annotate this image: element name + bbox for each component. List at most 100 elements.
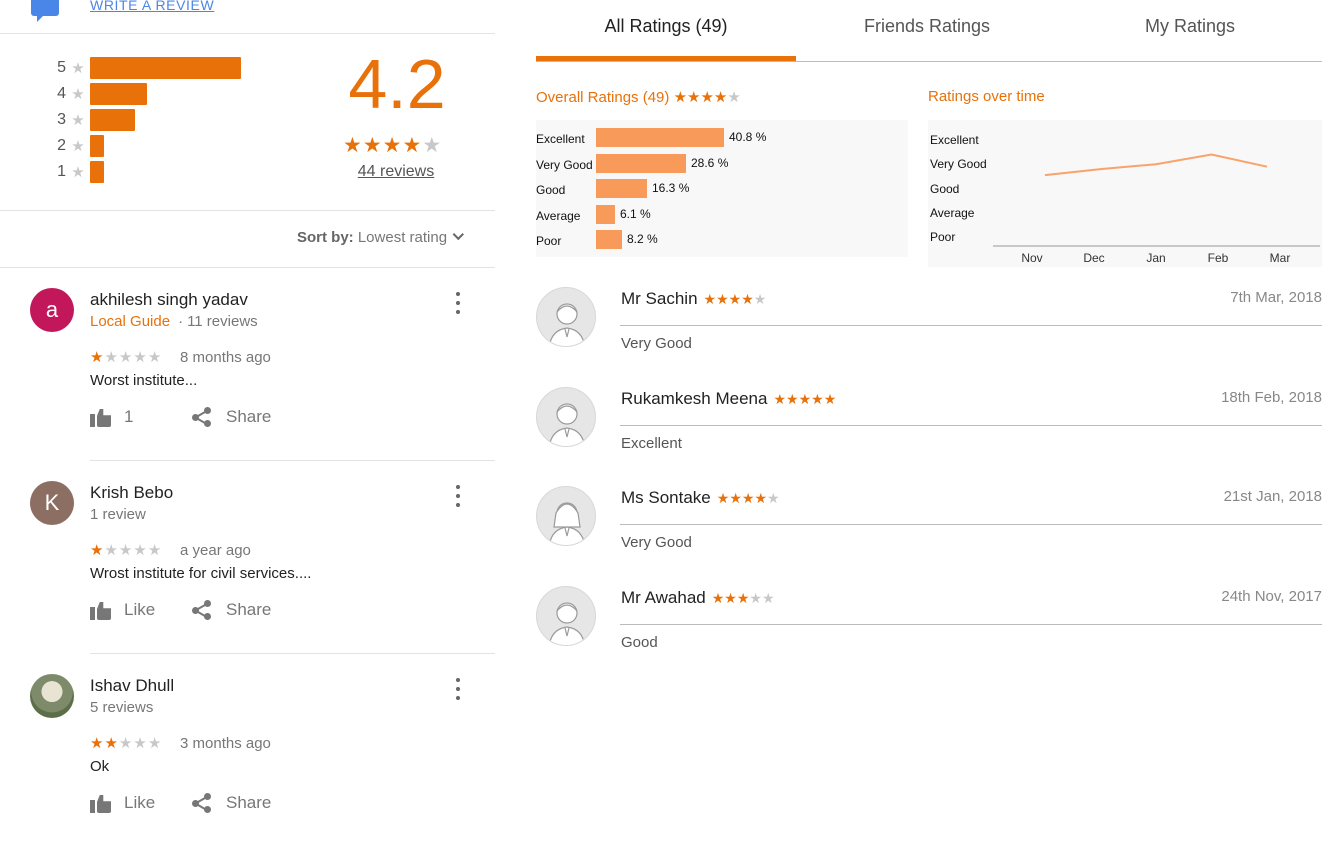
avatar[interactable]: K [30,481,74,525]
share-label: Share [226,407,272,426]
thumbs-up-icon [90,407,112,427]
entry-divider [620,524,1322,525]
y-axis-label: Excellent [930,133,979,147]
like-label: 1 [124,407,134,426]
review-item: a akhilesh singh yadav Local Guide · 11 revi… [0,268,495,461]
like-label: Like [124,600,156,619]
rater-name[interactable]: Ms Sontake [621,488,711,507]
reviewer-name[interactable]: Krish Bebo [90,483,173,503]
divider [0,33,495,34]
like-button[interactable]: 1 [90,407,133,427]
share-icon [192,600,212,620]
like-button[interactable]: Like [90,793,155,813]
histogram-row: 1 ★ [52,160,104,184]
share-button[interactable]: Share [192,600,271,620]
histogram-bar [90,57,241,79]
review-time: a year ago [180,542,251,559]
x-axis-label: Jan [1146,251,1166,265]
y-axis-label: Poor [930,230,956,244]
histogram-bar [90,83,147,105]
y-axis-label: Average [930,205,975,220]
overall-stars: ★★★★★ [673,89,741,106]
rating-date: 7th Mar, 2018 [1230,289,1322,306]
share-button[interactable]: Share [192,407,271,427]
histogram-star-number: 4 [57,85,66,102]
ratings-over-time-title: Ratings over time [928,88,1045,105]
rater-stars: ★★★★★ [703,291,767,307]
local-guide-badge: Local Guide [90,313,171,330]
rater-name[interactable]: Mr Awahad [621,588,706,607]
rater-name-row: Ms Sontake ★★★★★ [621,488,780,508]
more-options-icon[interactable] [455,678,461,700]
rater-name[interactable]: Mr Sachin [621,289,698,308]
review-text: Ok [90,758,110,775]
profile-avatar-icon [536,585,596,646]
more-options-icon[interactable] [455,485,461,507]
review-time: 8 months ago [180,349,271,366]
y-axis-label: Very Good [930,157,987,172]
rater-stars: ★★★★★ [773,390,837,407]
more-options-icon[interactable] [455,292,461,314]
x-axis-label: Nov [1021,251,1043,265]
google-reviews-panel: WRITE A REVIEW 5 ★ 4 ★ 3 ★ 2 ★ 1 ★ 4.2 ★★★★★ 44 r… [0,0,495,852]
entry-divider [620,325,1322,326]
thumbs-up-icon [90,793,112,813]
tab-divider [536,61,1322,62]
overall-ratings-heading: Overall Ratings (49) ★★★★★ [536,88,766,106]
sort-dropdown[interactable]: Sort by: Lowest rating [297,228,465,246]
tab-friends-ratings[interactable]: Friends Ratings [796,16,1058,37]
share-button[interactable]: Share [192,793,271,813]
star-icon: ★ [71,112,85,129]
bar-mark [596,128,724,147]
histogram-row: 4 ★ [52,82,147,106]
bar-category-label: Good [536,183,566,197]
rating-label: Very Good [621,534,692,551]
review-text: Worst institute... [90,372,198,389]
bar-value-label: 16.3 % [652,181,690,195]
review-count: 1 review [90,506,146,523]
chevron-down-icon [452,228,465,241]
y-axis-label: Good [930,181,960,196]
bar-category-label: Poor [536,234,562,248]
tab-all-ratings[interactable]: All Ratings (49) [536,16,796,37]
rater-name[interactable]: Rukamkesh Meena [621,389,767,408]
reviewer-name[interactable]: akhilesh singh yadav [90,290,248,310]
review-stars: ★★★★★ [90,735,163,752]
rating-date: 18th Feb, 2018 [1221,388,1322,406]
rating-date: 21st Jan, 2018 [1223,488,1322,505]
review-stars: ★★★★★ [90,542,163,559]
histogram-bar [90,109,135,131]
write-review-link[interactable]: WRITE A REVIEW [90,0,214,13]
bar-category-label: Average [536,208,581,223]
x-axis-label: Mar [1269,251,1291,265]
share-label: Share [226,793,272,812]
histogram-bar [90,161,104,183]
avatar[interactable]: a [30,288,74,332]
rater-name-row: Mr Sachin ★★★★★ [621,289,766,309]
bar-category-label: Very Good [536,157,593,172]
bar-mark [596,153,686,173]
review-count-link[interactable]: 44 reviews [330,163,462,181]
reviewer-name[interactable]: Ishav Dhull [90,676,174,696]
star-icon: ★ [71,86,85,103]
avatar[interactable] [30,674,74,718]
like-button[interactable]: Like [90,600,155,620]
write-review-icon[interactable] [31,0,59,22]
divider [0,210,495,211]
separator-dot: · [178,313,184,330]
histogram-row: 3 ★ [52,108,135,132]
tab-my-ratings[interactable]: My Ratings [1058,16,1322,37]
star-icon: ★ [71,164,85,181]
review-count: 5 reviews [90,699,154,716]
histogram-star-number: 2 [57,137,66,154]
bar-mark [596,204,615,224]
review-count: 11 reviews [187,313,258,330]
rating-entry: Ms Sontake ★★★★★ 21st Jan, 2018 Very Good [536,482,1322,577]
entry-divider [620,623,1322,625]
rater-name-row: Rukamkesh Meena ★★★★★ [621,389,836,409]
histogram-bar [90,135,104,157]
reviewer-meta: Local Guide · 11 reviews [90,313,258,330]
person-silhouette-icon [548,601,586,645]
profile-avatar-icon [536,486,596,546]
line-chart-bg [928,120,1322,267]
